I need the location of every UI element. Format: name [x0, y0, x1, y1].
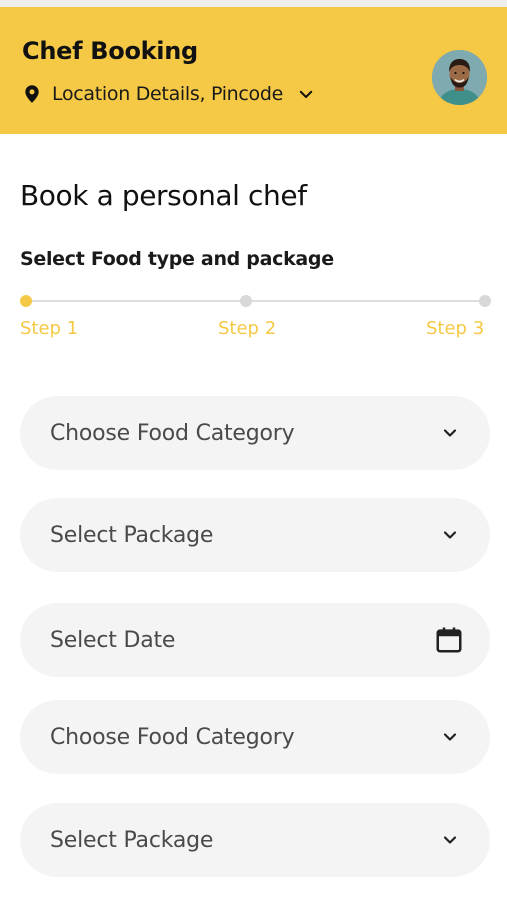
app-header: Chef Booking Location Details, Pincode — [0, 7, 507, 134]
chevron-down-icon — [443, 531, 457, 539]
location-selector[interactable]: Location Details, Pincode — [22, 81, 315, 107]
step-1-dot — [20, 295, 32, 307]
food-category-dropdown-2[interactable]: Choose Food Category — [20, 700, 490, 774]
chevron-down-icon — [443, 836, 457, 844]
chevron-down-icon — [443, 733, 457, 741]
page-title: Book a personal chef — [20, 179, 307, 212]
user-avatar[interactable] — [432, 50, 487, 105]
step-2-label: Step 2 — [218, 318, 277, 339]
step-1-label: Step 1 — [20, 318, 79, 339]
date-picker-field[interactable]: Select Date — [20, 603, 490, 677]
field-label: Choose Food Category — [50, 724, 295, 750]
status-strip — [0, 0, 507, 7]
package-dropdown-2[interactable]: Select Package — [20, 803, 490, 877]
avatar-image — [432, 50, 487, 105]
location-label: Location Details, Pincode — [52, 83, 284, 105]
app-title: Chef Booking — [22, 37, 198, 65]
calendar-icon — [436, 627, 462, 653]
map-pin-icon — [25, 85, 39, 103]
step-2-dot — [240, 295, 252, 307]
field-label: Select Package — [50, 522, 214, 548]
package-dropdown[interactable]: Select Package — [20, 498, 490, 572]
stepper-track — [26, 300, 486, 302]
step-3-dot — [479, 295, 491, 307]
field-label: Select Package — [50, 827, 214, 853]
step-3-label: Step 3 — [426, 318, 485, 339]
progress-stepper: Step 1 Step 2 Step 3 — [20, 294, 492, 344]
section-subtitle: Select Food type and package — [20, 248, 334, 270]
chevron-down-icon — [299, 90, 313, 98]
field-label: Choose Food Category — [50, 420, 295, 446]
field-label: Select Date — [50, 627, 176, 653]
chevron-down-icon — [443, 429, 457, 437]
food-category-dropdown[interactable]: Choose Food Category — [20, 396, 490, 470]
